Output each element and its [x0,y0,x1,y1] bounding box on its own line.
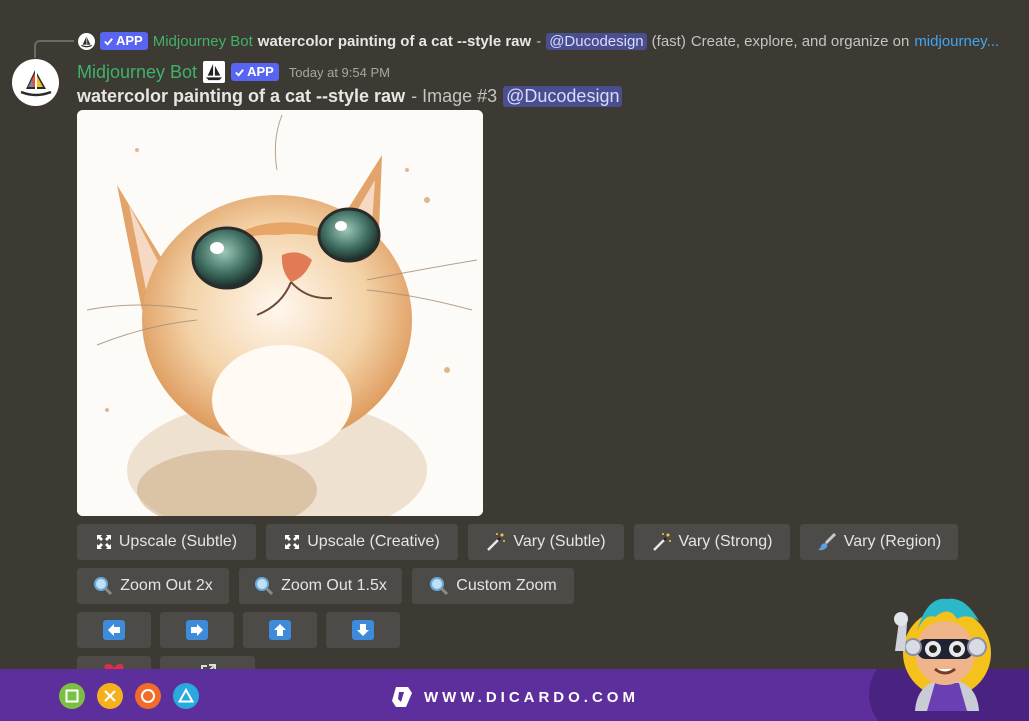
dicardo-logo-icon [392,687,412,707]
image-label: - Image #3 [411,85,498,106]
vary-strong-button[interactable]: Vary (Strong) [634,524,790,560]
magnifier-icon [93,576,113,596]
zoom-out-2x-button[interactable]: Zoom Out 2x [77,568,229,604]
arrow-up-icon [269,620,291,640]
upscale-creative-button[interactable]: Upscale (Creative) [266,524,458,560]
vary-subtle-button[interactable]: Vary (Subtle) [468,524,624,560]
reply-separator: - [536,32,542,50]
generated-image[interactable] [77,110,483,516]
pan-row [77,612,400,648]
upscale-subtle-button[interactable]: Upscale (Subtle) [77,524,256,560]
reply-app-badge: APP [100,32,148,50]
brand-mark: WWW.DICARDO.COM [392,685,639,709]
custom-zoom-button[interactable]: Custom Zoom [412,568,574,604]
zoom-out-1-5x-button[interactable]: Zoom Out 1.5x [239,568,402,604]
bot-avatar[interactable] [12,59,59,106]
user-mention[interactable]: @Ducodesign [503,85,623,107]
brand-footer: WWW.DICARDO.COM [0,669,1029,721]
verified-check-icon [235,68,244,77]
reply-message: Create, explore, and organize on [690,32,910,50]
app-badge: APP [231,63,279,81]
reply-spine [34,40,74,58]
pan-right-button[interactable] [160,612,234,648]
reply-prompt: watercolor painting of a cat --style raw [257,32,532,50]
bot-name[interactable]: Midjourney Bot [77,62,197,83]
expand-icon [284,534,300,550]
prompt-text: watercolor painting of a cat --style raw [77,85,406,106]
action-row-2: Zoom Out 2x Zoom Out 1.5x Custom Zoom [77,568,574,604]
paintbrush-icon [817,532,837,552]
watercolor-cat-image [77,110,483,516]
circle-icon [135,683,161,709]
magnifier-icon [254,576,274,596]
reply-link[interactable]: midjourney... [914,33,999,50]
reply-mention[interactable]: @Ducodesign [546,32,647,50]
sailboat-emoji-icon [203,61,226,83]
arrow-left-icon [103,620,125,640]
mascot-character [887,591,997,711]
message-content: watercolor painting of a cat --style raw… [77,84,623,108]
message-header: Midjourney Bot APP Today at 9:54 PM [77,60,390,84]
robot-mascot-icon [894,598,991,711]
expand-icon [96,534,112,550]
sailboat-logo-icon [20,69,51,96]
magic-wand-icon [652,532,672,552]
magnifier-icon [429,576,449,596]
pan-left-button[interactable] [77,612,151,648]
magic-wand-icon [486,532,506,552]
arrow-down-icon [352,620,374,640]
cross-icon [97,683,123,709]
pan-up-button[interactable] [243,612,317,648]
verified-check-icon [104,37,113,46]
timestamp: Today at 9:54 PM [288,64,390,80]
reply-speed: (fast) [651,32,686,50]
arrow-right-icon [186,620,208,640]
brand-url: WWW.DICARDO.COM [424,688,639,706]
square-icon [59,683,85,709]
reply-preview[interactable]: APP Midjourney Bot watercolor painting o… [78,30,1023,52]
triangle-icon [173,683,199,709]
action-row-1: Upscale (Subtle) Upscale (Creative) Vary… [77,524,958,560]
pan-down-button[interactable] [326,612,400,648]
vary-region-button[interactable]: Vary (Region) [800,524,958,560]
reply-bot-name[interactable]: Midjourney Bot [153,33,253,50]
reply-avatar-icon [78,32,95,50]
